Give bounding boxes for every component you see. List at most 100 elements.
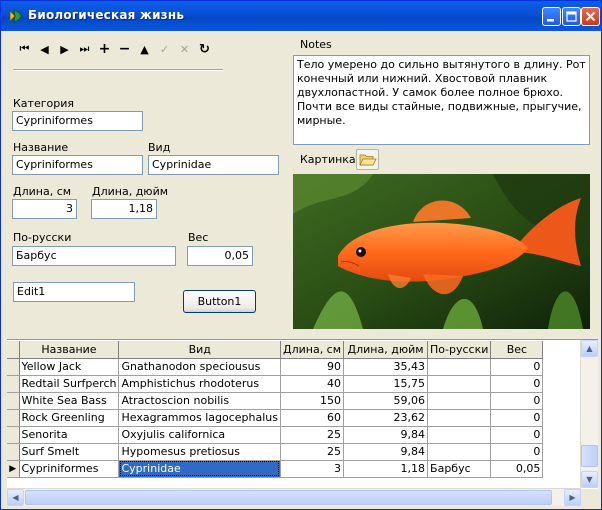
length-cm-field[interactable]: 3: [12, 199, 77, 219]
title-bar[interactable]: Биологическая жизнь: [1, 1, 601, 31]
column-header-species[interactable]: Вид: [118, 341, 281, 359]
table-row[interactable]: Yellow Jack Gnathanodon speciousus 90 35…: [7, 358, 544, 376]
cell-name[interactable]: Cypriniformes: [19, 460, 120, 478]
cell-length-cm[interactable]: 60: [280, 409, 345, 427]
cell-species[interactable]: Gnathanodon speciousus: [118, 358, 281, 376]
cell-russian[interactable]: [427, 443, 492, 461]
horizontal-scroll-thumb[interactable]: [25, 490, 552, 505]
table-row[interactable]: Senorita Oxyjulis californica 25 9,84 0: [7, 426, 544, 444]
cancel-edit-button[interactable]: ✕: [176, 41, 193, 57]
picture-label: Картинка: [300, 153, 356, 166]
cell-weight[interactable]: 0,05: [490, 460, 544, 478]
edit1-field[interactable]: Edit1: [13, 282, 135, 302]
next-record-button[interactable]: ▶: [56, 41, 73, 57]
current-row-indicator-icon[interactable]: ▶: [7, 460, 20, 478]
cell-species[interactable]: Hexagrammos lagocephalus: [118, 409, 281, 427]
table-row-current[interactable]: ▶ Cypriniformes Cyprinidae 3 1,18 Барбус…: [7, 460, 544, 478]
cell-length-cm[interactable]: 90: [280, 358, 345, 376]
row-indicator[interactable]: [7, 426, 20, 444]
table-row[interactable]: White Sea Bass Atractoscion nobilis 150 …: [7, 392, 544, 410]
cell-species[interactable]: Amphistichus rhodoterus: [118, 375, 281, 393]
cell-name[interactable]: Rock Greenling: [19, 409, 120, 427]
cell-russian[interactable]: [427, 392, 492, 410]
cell-weight[interactable]: 0: [490, 358, 544, 376]
species-field[interactable]: Cyprinidae: [148, 155, 279, 175]
insert-record-button[interactable]: +: [96, 41, 113, 57]
vertical-scroll-thumb[interactable]: [581, 445, 598, 467]
cell-species[interactable]: Hypomesus pretiosus: [118, 443, 281, 461]
cell-name[interactable]: Senorita: [19, 426, 120, 444]
table-row[interactable]: Rock Greenling Hexagrammos lagocephalus …: [7, 409, 544, 427]
minimize-button[interactable]: [542, 7, 561, 26]
scroll-left-button[interactable]: ◀: [7, 489, 24, 506]
main-window: Биологическая жизнь ⏮ ◀ ▶ ⏭ + − ▲ ✓ ✕ ↻ …: [0, 0, 602, 510]
cell-length-in[interactable]: 1,18: [343, 460, 429, 478]
cell-weight[interactable]: 0: [490, 375, 544, 393]
cell-length-cm[interactable]: 40: [280, 375, 345, 393]
next-record-icon: ▶: [60, 42, 69, 56]
table-row[interactable]: Redtail Surfperch Amphistichus rhodoteru…: [7, 375, 544, 393]
cell-species[interactable]: Oxyjulis californica: [118, 426, 281, 444]
cell-species-selected[interactable]: Cyprinidae: [118, 460, 281, 478]
row-indicator[interactable]: [7, 409, 20, 427]
prior-record-button[interactable]: ◀: [36, 41, 53, 57]
name-field[interactable]: Cypriniformes: [12, 155, 143, 175]
refresh-button[interactable]: ↻: [196, 41, 213, 57]
cell-name[interactable]: Redtail Surfperch: [19, 375, 120, 393]
row-indicator[interactable]: [7, 392, 20, 410]
cell-length-in[interactable]: 9,84: [343, 443, 429, 461]
cell-russian[interactable]: [427, 375, 492, 393]
cell-russian[interactable]: Барбус: [427, 460, 492, 478]
cell-russian[interactable]: [427, 358, 492, 376]
cell-name[interactable]: Yellow Jack: [19, 358, 120, 376]
row-indicator[interactable]: [7, 375, 20, 393]
cell-name[interactable]: White Sea Bass: [19, 392, 120, 410]
cell-species[interactable]: Atractoscion nobilis: [118, 392, 281, 410]
cell-weight[interactable]: 0: [490, 409, 544, 427]
close-button[interactable]: [581, 7, 600, 26]
vertical-scrollbar[interactable]: ▲ ▼: [580, 340, 598, 488]
category-field[interactable]: Cypriniformes: [12, 111, 143, 131]
cell-weight[interactable]: 0: [490, 443, 544, 461]
cell-weight[interactable]: 0: [490, 392, 544, 410]
scrollbar-corner: [581, 489, 598, 506]
load-picture-button[interactable]: [356, 149, 379, 170]
data-grid[interactable]: Название Вид Длина, см Длина, дюйм По-ру…: [7, 339, 598, 506]
cell-length-cm[interactable]: 3: [280, 460, 345, 478]
cell-length-in[interactable]: 15,75: [343, 375, 429, 393]
cell-russian[interactable]: [427, 409, 492, 427]
cell-weight[interactable]: 0: [490, 426, 544, 444]
cell-length-cm[interactable]: 25: [280, 426, 345, 444]
table-row[interactable]: Surf Smelt Hypomesus pretiosus 25 9,84 0: [7, 443, 544, 461]
cell-length-in[interactable]: 9,84: [343, 426, 429, 444]
scroll-right-button[interactable]: ▶: [564, 489, 581, 506]
button1[interactable]: Button1: [183, 290, 256, 313]
horizontal-scrollbar[interactable]: ◀ ▶: [7, 488, 581, 506]
column-header-length-cm[interactable]: Длина, см: [280, 341, 345, 359]
scroll-up-button[interactable]: ▲: [581, 340, 598, 357]
first-record-button[interactable]: ⏮: [16, 41, 33, 57]
russian-name-field[interactable]: Барбус: [12, 246, 176, 266]
length-in-field[interactable]: 1,18: [91, 199, 157, 219]
column-header-name[interactable]: Название: [19, 341, 120, 359]
cell-length-cm[interactable]: 25: [280, 443, 345, 461]
delete-record-button[interactable]: −: [116, 41, 133, 57]
column-header-length-in[interactable]: Длина, дюйм: [343, 341, 429, 359]
cell-length-in[interactable]: 59,06: [343, 392, 429, 410]
cell-length-in[interactable]: 35,43: [343, 358, 429, 376]
post-record-button[interactable]: ✓: [156, 41, 173, 57]
cell-length-cm[interactable]: 150: [280, 392, 345, 410]
column-header-weight[interactable]: Вес: [490, 341, 544, 359]
scroll-down-button[interactable]: ▼: [581, 471, 598, 488]
row-indicator[interactable]: [7, 443, 20, 461]
row-indicator[interactable]: [7, 358, 20, 376]
notes-memo[interactable]: Тело умерено до сильно вытянутого в длин…: [293, 55, 590, 145]
cell-length-in[interactable]: 23,62: [343, 409, 429, 427]
last-record-button[interactable]: ⏭: [76, 41, 93, 57]
cell-name[interactable]: Surf Smelt: [19, 443, 120, 461]
maximize-button[interactable]: [562, 7, 581, 26]
weight-field[interactable]: 0,05: [187, 246, 253, 266]
column-header-russian[interactable]: По-русски: [427, 341, 492, 359]
cell-russian[interactable]: [427, 426, 492, 444]
edit-record-button[interactable]: ▲: [136, 41, 153, 57]
